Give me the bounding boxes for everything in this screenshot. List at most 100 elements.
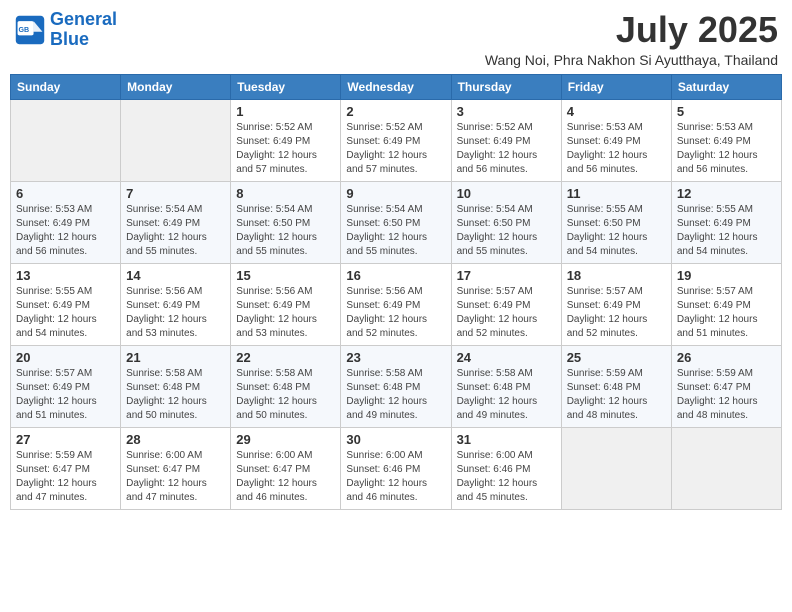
calendar-week-row: 6 Sunrise: 5:53 AM Sunset: 6:49 PM Daylig… — [11, 181, 782, 263]
location-title: Wang Noi, Phra Nakhon Si Ayutthaya, Thai… — [485, 52, 778, 68]
logo-text-general: General — [50, 9, 117, 29]
calendar-cell: 8 Sunrise: 5:54 AM Sunset: 6:50 PM Daylig… — [231, 181, 341, 263]
day-info: Sunrise: 5:54 AM Sunset: 6:49 PM Dayligh… — [126, 203, 225, 259]
calendar-cell — [11, 99, 121, 181]
calendar-header-row: SundayMondayTuesdayWednesdayThursdayFrid… — [11, 74, 782, 99]
col-header-tuesday: Tuesday — [231, 74, 341, 99]
day-info: Sunrise: 5:53 AM Sunset: 6:49 PM Dayligh… — [677, 121, 776, 177]
calendar-week-row: 20Sunrise: 5:57 AM Sunset: 6:49 PM Dayli… — [11, 345, 782, 427]
day-number: 12 — [677, 186, 776, 201]
day-number: 9 — [346, 186, 445, 201]
calendar-table: SundayMondayTuesdayWednesdayThursdayFrid… — [10, 74, 782, 510]
svg-text:GB: GB — [18, 26, 29, 34]
day-number: 11 — [567, 186, 666, 201]
calendar-cell: 23 Sunrise: 5:58 AM Sunset: 6:48 PM Dayli… — [341, 345, 451, 427]
logo-icon: GB — [14, 14, 46, 46]
day-info: Sunrise: 6:00 AM Sunset: 6:47 PM Dayligh… — [236, 449, 335, 505]
calendar-cell: 10Sunrise: 5:54 AM Sunset: 6:50 PM Dayli… — [451, 181, 561, 263]
calendar-cell: 2 Sunrise: 5:52 AM Sunset: 6:49 PM Daylig… — [341, 99, 451, 181]
calendar-cell: 3 Sunrise: 5:52 AM Sunset: 6:49 PM Daylig… — [451, 99, 561, 181]
calendar-cell — [121, 99, 231, 181]
calendar-cell: 27 Sunrise: 5:59 AM Sunset: 6:47 PM Dayli… — [11, 427, 121, 509]
day-info: Sunrise: 5:57 AM Sunset: 6:49 PM Dayligh… — [567, 285, 666, 341]
calendar-cell: 24Sunrise: 5:58 AM Sunset: 6:48 PM Dayli… — [451, 345, 561, 427]
logo: GB General Blue — [14, 10, 117, 50]
calendar-cell: 20Sunrise: 5:57 AM Sunset: 6:49 PM Dayli… — [11, 345, 121, 427]
day-info: Sunrise: 5:56 AM Sunset: 6:49 PM Dayligh… — [236, 285, 335, 341]
day-number: 18 — [567, 268, 666, 283]
calendar-cell: 15 Sunrise: 5:56 AM Sunset: 6:49 PM Dayli… — [231, 263, 341, 345]
day-info: Sunrise: 5:58 AM Sunset: 6:48 PM Dayligh… — [236, 367, 335, 423]
day-number: 22 — [236, 350, 335, 365]
calendar-week-row: 27 Sunrise: 5:59 AM Sunset: 6:47 PM Dayli… — [11, 427, 782, 509]
day-info: Sunrise: 5:53 AM Sunset: 6:49 PM Dayligh… — [16, 203, 115, 259]
col-header-saturday: Saturday — [671, 74, 781, 99]
day-number: 26 — [677, 350, 776, 365]
page-header: GB General Blue July 2025 Wang Noi, Phra… — [10, 10, 782, 68]
day-number: 5 — [677, 104, 776, 119]
day-number: 20 — [16, 350, 115, 365]
day-info: Sunrise: 5:54 AM Sunset: 6:50 PM Dayligh… — [346, 203, 445, 259]
calendar-cell: 30 Sunrise: 6:00 AM Sunset: 6:46 PM Dayli… — [341, 427, 451, 509]
calendar-week-row: 13 Sunrise: 5:55 AM Sunset: 6:49 PM Dayli… — [11, 263, 782, 345]
calendar-cell: 22 Sunrise: 5:58 AM Sunset: 6:48 PM Dayli… — [231, 345, 341, 427]
day-info: Sunrise: 5:55 AM Sunset: 6:49 PM Dayligh… — [16, 285, 115, 341]
day-info: Sunrise: 6:00 AM Sunset: 6:47 PM Dayligh… — [126, 449, 225, 505]
day-info: Sunrise: 5:58 AM Sunset: 6:48 PM Dayligh… — [346, 367, 445, 423]
day-number: 28 — [126, 432, 225, 447]
day-number: 15 — [236, 268, 335, 283]
col-header-monday: Monday — [121, 74, 231, 99]
calendar-cell: 19Sunrise: 5:57 AM Sunset: 6:49 PM Dayli… — [671, 263, 781, 345]
calendar-cell: 28 Sunrise: 6:00 AM Sunset: 6:47 PM Dayli… — [121, 427, 231, 509]
calendar-cell — [671, 427, 781, 509]
calendar-cell: 5 Sunrise: 5:53 AM Sunset: 6:49 PM Daylig… — [671, 99, 781, 181]
day-info: Sunrise: 5:54 AM Sunset: 6:50 PM Dayligh… — [236, 203, 335, 259]
day-number: 29 — [236, 432, 335, 447]
day-info: Sunrise: 5:52 AM Sunset: 6:49 PM Dayligh… — [346, 121, 445, 177]
calendar-cell: 11Sunrise: 5:55 AM Sunset: 6:50 PM Dayli… — [561, 181, 671, 263]
day-info: Sunrise: 5:53 AM Sunset: 6:49 PM Dayligh… — [567, 121, 666, 177]
day-number: 2 — [346, 104, 445, 119]
day-number: 14 — [126, 268, 225, 283]
day-info: Sunrise: 5:59 AM Sunset: 6:48 PM Dayligh… — [567, 367, 666, 423]
day-number: 31 — [457, 432, 556, 447]
day-info: Sunrise: 5:57 AM Sunset: 6:49 PM Dayligh… — [457, 285, 556, 341]
calendar-cell: 16Sunrise: 5:56 AM Sunset: 6:49 PM Dayli… — [341, 263, 451, 345]
day-number: 27 — [16, 432, 115, 447]
calendar-cell — [561, 427, 671, 509]
day-info: Sunrise: 5:57 AM Sunset: 6:49 PM Dayligh… — [677, 285, 776, 341]
calendar-cell: 14 Sunrise: 5:56 AM Sunset: 6:49 PM Dayli… — [121, 263, 231, 345]
calendar-cell: 29 Sunrise: 6:00 AM Sunset: 6:47 PM Dayli… — [231, 427, 341, 509]
col-header-sunday: Sunday — [11, 74, 121, 99]
day-number: 16 — [346, 268, 445, 283]
day-number: 24 — [457, 350, 556, 365]
day-info: Sunrise: 5:56 AM Sunset: 6:49 PM Dayligh… — [126, 285, 225, 341]
calendar-cell: 9 Sunrise: 5:54 AM Sunset: 6:50 PM Daylig… — [341, 181, 451, 263]
calendar-week-row: 1 Sunrise: 5:52 AM Sunset: 6:49 PM Daylig… — [11, 99, 782, 181]
calendar-cell: 6 Sunrise: 5:53 AM Sunset: 6:49 PM Daylig… — [11, 181, 121, 263]
day-info: Sunrise: 6:00 AM Sunset: 6:46 PM Dayligh… — [457, 449, 556, 505]
title-block: July 2025 Wang Noi, Phra Nakhon Si Ayutt… — [485, 10, 778, 68]
calendar-cell: 26Sunrise: 5:59 AM Sunset: 6:47 PM Dayli… — [671, 345, 781, 427]
day-info: Sunrise: 5:52 AM Sunset: 6:49 PM Dayligh… — [236, 121, 335, 177]
day-number: 6 — [16, 186, 115, 201]
day-info: Sunrise: 6:00 AM Sunset: 6:46 PM Dayligh… — [346, 449, 445, 505]
calendar-cell: 17 Sunrise: 5:57 AM Sunset: 6:49 PM Dayli… — [451, 263, 561, 345]
calendar-cell: 31 Sunrise: 6:00 AM Sunset: 6:46 PM Dayli… — [451, 427, 561, 509]
day-number: 1 — [236, 104, 335, 119]
day-number: 3 — [457, 104, 556, 119]
day-number: 30 — [346, 432, 445, 447]
day-number: 8 — [236, 186, 335, 201]
calendar-cell: 1 Sunrise: 5:52 AM Sunset: 6:49 PM Daylig… — [231, 99, 341, 181]
calendar-cell: 18 Sunrise: 5:57 AM Sunset: 6:49 PM Dayli… — [561, 263, 671, 345]
calendar-cell: 25Sunrise: 5:59 AM Sunset: 6:48 PM Dayli… — [561, 345, 671, 427]
day-number: 4 — [567, 104, 666, 119]
day-number: 7 — [126, 186, 225, 201]
col-header-wednesday: Wednesday — [341, 74, 451, 99]
day-number: 13 — [16, 268, 115, 283]
day-number: 17 — [457, 268, 556, 283]
day-info: Sunrise: 5:58 AM Sunset: 6:48 PM Dayligh… — [126, 367, 225, 423]
day-info: Sunrise: 5:52 AM Sunset: 6:49 PM Dayligh… — [457, 121, 556, 177]
day-info: Sunrise: 5:59 AM Sunset: 6:47 PM Dayligh… — [16, 449, 115, 505]
day-number: 23 — [346, 350, 445, 365]
